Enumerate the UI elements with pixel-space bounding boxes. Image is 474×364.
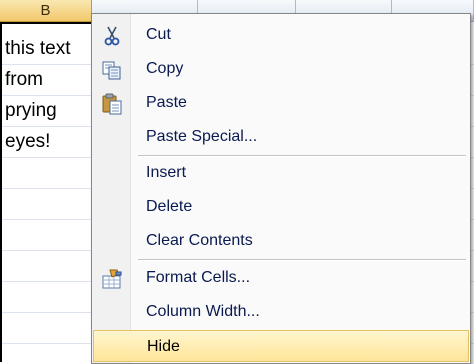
menu-item-label: Clear Contents [146,232,253,249]
selection-border [0,22,92,24]
menu-item-label: Delete [146,198,193,215]
menu-item-label: Format Cells... [146,269,251,286]
menu-item-column-width[interactable]: Column Width... [93,296,469,328]
selection-border [0,22,2,362]
menu-separator [138,259,466,261]
menu-item-label: Column Width... [146,303,260,320]
menu-item-label: Paste Special... [146,128,258,145]
column-header-b[interactable]: B [0,0,92,22]
menu-item-label: Cut [146,26,171,43]
cell-b2[interactable]: from [0,65,92,96]
cell-b4[interactable]: eyes! [0,127,92,158]
context-menu: Cut Copy Paste Paste Special... Insert D… [91,13,471,364]
menu-item-paste-special[interactable]: Paste Special... [93,121,469,153]
menu-item-label: Paste [146,94,187,111]
menu-item-paste[interactable]: Paste [93,87,469,119]
menu-item-label: Hide [147,338,180,355]
menu-item-label: Copy [146,60,184,77]
cell-b3[interactable]: prying [0,96,92,127]
menu-item-label: Insert [146,164,187,181]
menu-item-hide[interactable]: Hide [93,330,469,362]
copy-icon [101,59,123,81]
menu-item-copy[interactable]: Copy [93,53,469,85]
cell-b1[interactable]: this text [0,34,92,65]
menu-item-insert[interactable]: Insert [93,157,469,189]
scissors-icon [101,25,123,47]
paste-icon [101,93,123,115]
menu-item-delete[interactable]: Delete [93,191,469,223]
menu-item-clear-contents[interactable]: Clear Contents [93,225,469,257]
format-cells-icon [101,268,123,290]
menu-item-format-cells[interactable]: Format Cells... [93,262,469,294]
menu-item-cut[interactable]: Cut [93,19,469,51]
